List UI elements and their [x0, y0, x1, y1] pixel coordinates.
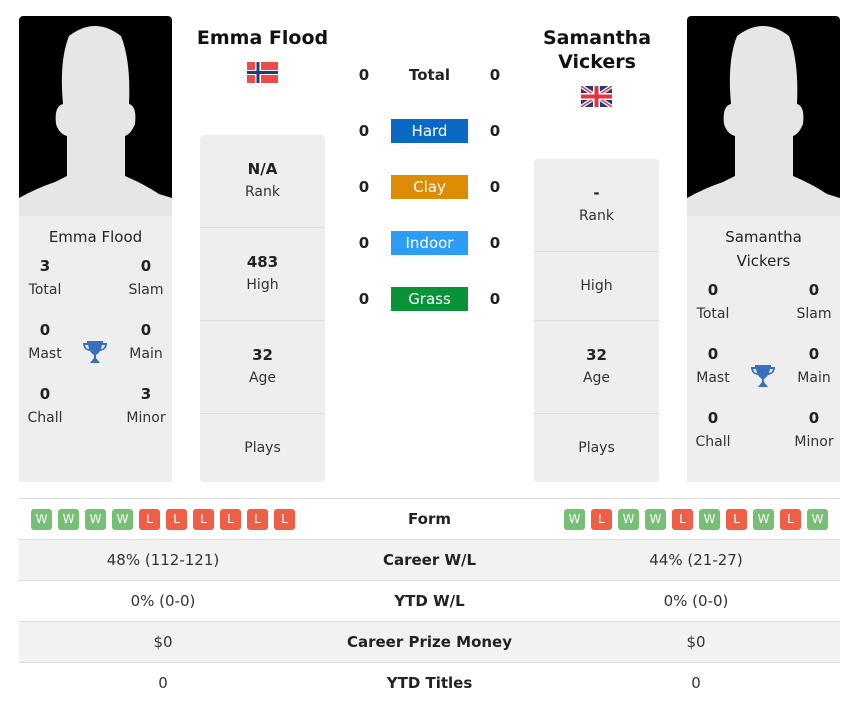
titles-main: 0 Main — [129, 321, 163, 362]
h2h-hard: 0 Hard 0 — [345, 119, 515, 143]
player2-high: High — [534, 252, 659, 321]
form-loss-badge[interactable]: L — [672, 508, 693, 530]
player1-name[interactable]: Emma Flood — [180, 26, 345, 50]
form-loss-badge[interactable]: L — [193, 508, 214, 530]
h2h-clay: 0 Clay 0 — [345, 175, 515, 199]
form-loss-badge[interactable]: L — [247, 508, 268, 530]
player2-age: 32 Age — [534, 321, 659, 414]
player2-form: WLWWLWLWLW — [552, 508, 840, 530]
form-loss-badge[interactable]: L — [780, 508, 801, 530]
career-wl-row: 48% (112-121) Career W/L 44% (21-27) — [19, 539, 840, 580]
form-loss-badge[interactable]: L — [166, 508, 187, 530]
stats-table: WWWWLLLLLL Form WLWWLWLWLW 48% (112-121)… — [19, 498, 840, 703]
form-win-badge[interactable]: W — [618, 508, 639, 530]
hard-badge[interactable]: Hard — [391, 119, 468, 143]
form-win-badge[interactable]: W — [31, 508, 52, 530]
total-label: Total — [409, 66, 450, 84]
titles-minor: 0 Minor — [794, 409, 834, 450]
player1-form: WWWWLLLLLL — [19, 508, 307, 530]
titles-total: 3 Total — [28, 257, 62, 298]
player1-rank: N/A Rank — [200, 135, 325, 228]
titles-chall: 0 Chall — [27, 385, 63, 426]
form-row: WWWWLLLLLL Form WLWWLWLWLW — [19, 498, 840, 539]
player2-card: Samantha Vickers 0 Total 0 Slam 0 Mast 0 Mai… — [687, 16, 840, 482]
form-loss-badge[interactable]: L — [726, 508, 747, 530]
indoor-badge[interactable]: Indoor — [391, 231, 468, 255]
form-loss-badge[interactable]: L — [274, 508, 295, 530]
form-win-badge[interactable]: W — [807, 508, 828, 530]
player1-card-name: Emma Flood — [48, 228, 143, 246]
player1-card: Emma Flood 3 Total 0 Slam 0 Mast 0 Main 0 Cha… — [19, 16, 172, 482]
ytd-titles-row: 0 YTD Titles 0 — [19, 662, 840, 703]
titles-mast: 0 Mast — [696, 345, 730, 386]
form-win-badge[interactable]: W — [753, 508, 774, 530]
player1-photo[interactable] — [19, 16, 172, 216]
ytd-wl-row: 0% (0-0) YTD W/L 0% (0-0) — [19, 580, 840, 621]
h2h-indoor: 0 Indoor 0 — [345, 231, 515, 255]
player2-photo[interactable] — [687, 16, 840, 216]
player2-rank: - Rank — [534, 159, 659, 252]
titles-mast: 0 Mast — [28, 321, 62, 362]
titles-chall: 0 Chall — [695, 409, 731, 450]
h2h-total: 0 Total 0 — [345, 63, 515, 87]
titles-total: 0 Total — [696, 281, 730, 322]
form-win-badge[interactable]: W — [564, 508, 585, 530]
player2-info: - Rank High 32 Age Plays — [534, 159, 659, 482]
form-win-badge[interactable]: W — [58, 508, 79, 530]
player2-titles: 0 Total 0 Slam 0 Mast 0 Main 0 Chall 0 Minor — [687, 279, 840, 471]
trophy-icon — [751, 365, 775, 387]
player1-high: 483 High — [200, 228, 325, 321]
prize-money-row: $0 Career Prize Money $0 — [19, 621, 840, 662]
titles-slam: 0 Slam — [796, 281, 832, 322]
player2-card-name: Samantha Vickers — [725, 228, 802, 270]
uk-flag-icon — [581, 86, 612, 107]
player2-plays: Plays — [578, 440, 615, 456]
norway-flag-icon — [247, 62, 278, 83]
player1-titles: 3 Total 0 Slam 0 Mast 0 Main 0 Chall 3 Minor — [19, 255, 172, 447]
player1-info: N/A Rank 483 High 32 Age Plays — [200, 135, 325, 482]
trophy-icon — [83, 341, 107, 363]
form-loss-badge[interactable]: L — [220, 508, 241, 530]
clay-badge[interactable]: Clay — [391, 175, 468, 199]
titles-main: 0 Main — [797, 345, 831, 386]
titles-minor: 3 Minor — [126, 385, 166, 426]
player1-age: 32 Age — [200, 321, 325, 414]
player2-name[interactable]: Samantha Vickers — [532, 26, 662, 74]
form-win-badge[interactable]: W — [112, 508, 133, 530]
silhouette-icon — [19, 26, 172, 216]
form-loss-badge[interactable]: L — [139, 508, 160, 530]
form-win-badge[interactable]: W — [699, 508, 720, 530]
grass-badge[interactable]: Grass — [391, 287, 468, 311]
player1-plays: Plays — [244, 440, 281, 456]
silhouette-icon — [687, 26, 840, 216]
h2h-grass: 0 Grass 0 — [345, 287, 515, 311]
titles-slam: 0 Slam — [128, 257, 164, 298]
form-win-badge[interactable]: W — [85, 508, 106, 530]
form-win-badge[interactable]: W — [645, 508, 666, 530]
form-loss-badge[interactable]: L — [591, 508, 612, 530]
